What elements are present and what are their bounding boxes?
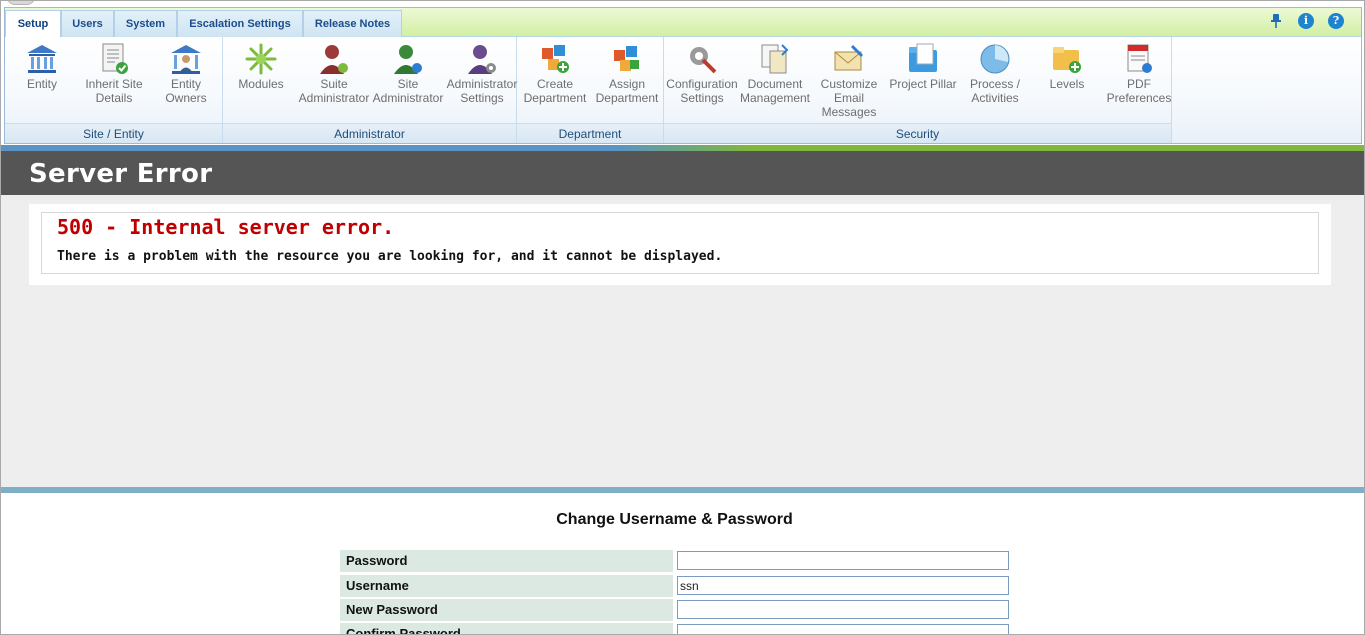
administrator-settings-label: Administrator Settings xyxy=(446,77,518,105)
username-row: Username xyxy=(340,575,1010,597)
folder-blue-icon xyxy=(909,43,937,72)
pin-icon[interactable] xyxy=(1268,13,1284,29)
page-title-bar: Server Error xyxy=(1,151,1364,195)
create-department-label: Create Department xyxy=(523,77,587,105)
user-gear-icon xyxy=(468,45,496,74)
form-divider xyxy=(1,487,1364,493)
assign-department-label: Assign Department xyxy=(595,77,659,105)
email-edit-icon xyxy=(834,44,864,71)
tab-escalation-settings[interactable]: Escalation Settings xyxy=(177,10,303,37)
levels-button[interactable]: Levels xyxy=(1030,39,1104,91)
document-check-icon xyxy=(102,43,128,74)
tab-system[interactable]: System xyxy=(114,10,177,37)
entity-label: Entity xyxy=(26,77,57,91)
levels-label: Levels xyxy=(1049,77,1085,91)
help-icon[interactable]: ? xyxy=(1328,13,1344,29)
app-window: Setup Users System Escalation Settings R… xyxy=(0,0,1365,635)
group-label-administrator: Administrator xyxy=(223,123,516,143)
folder-add-icon xyxy=(1053,47,1081,73)
site-administrator-label: Site Administrator xyxy=(372,77,444,105)
cubes-add-icon xyxy=(542,45,569,73)
group-label-department: Department xyxy=(517,123,663,143)
bank-user-icon xyxy=(171,45,201,74)
suite-administrator-label: Suite Administrator xyxy=(298,77,370,105)
modules-icon xyxy=(245,43,277,75)
project-pillar-button[interactable]: Project Pillar xyxy=(886,39,960,91)
password-row: Password xyxy=(340,550,1010,572)
group-label-site-entity: Site / Entity xyxy=(5,123,222,143)
username-field[interactable] xyxy=(677,576,1009,595)
document-management-label: Document Management xyxy=(739,77,811,105)
error-message: There is a problem with the resource you… xyxy=(57,249,723,264)
assign-department-button[interactable]: Assign Department xyxy=(590,39,664,105)
group-security: Configuration Settings Document Manageme… xyxy=(664,37,1172,143)
ribbon-body: Entity Inherit Site Details Entity Owner… xyxy=(5,37,1361,143)
group-department: Create Department Assign Department Depa… xyxy=(517,37,664,143)
entity-owners-label: Entity Owners xyxy=(165,77,207,105)
new-password-row: New Password xyxy=(340,599,1010,621)
tab-release-notes[interactable]: Release Notes xyxy=(303,10,402,37)
user-green-icon xyxy=(394,45,422,74)
group-label-security: Security xyxy=(664,123,1171,143)
tools-icon xyxy=(690,47,717,74)
user-red-icon xyxy=(320,45,348,74)
cubes-assign-icon xyxy=(614,46,639,71)
entity-button[interactable]: Entity xyxy=(5,39,79,91)
group-administrator: Modules Suite Administrator Site Adminis… xyxy=(223,37,517,143)
process-activities-label: Process / Activities xyxy=(969,77,1020,105)
change-credentials-title: Change Username & Password xyxy=(556,511,793,528)
project-pillar-label: Project Pillar xyxy=(889,77,957,91)
modules-label: Modules xyxy=(238,77,284,91)
pie-icon xyxy=(980,44,1010,74)
configuration-settings-label: Configuration Settings xyxy=(666,77,738,105)
bank-icon xyxy=(27,45,57,73)
tab-users[interactable]: Users xyxy=(61,10,114,37)
site-administrator-button[interactable]: Site Administrator xyxy=(371,39,445,105)
configuration-settings-button[interactable]: Configuration Settings xyxy=(665,39,739,105)
modules-button[interactable]: Modules xyxy=(224,39,298,91)
documents-icon xyxy=(761,44,789,74)
process-activities-button[interactable]: Process / Activities xyxy=(958,39,1032,105)
password-label: Password xyxy=(340,550,673,572)
group-site-entity: Entity Inherit Site Details Entity Owner… xyxy=(5,37,223,143)
error-box: 500 - Internal server error. There is a … xyxy=(41,212,1319,274)
pdf-preferences-button[interactable]: PDF Preferences xyxy=(1102,39,1176,105)
inherit-site-details-button[interactable]: Inherit Site Details xyxy=(77,39,151,105)
new-password-field[interactable] xyxy=(677,600,1009,619)
inherit-site-details-label: Inherit Site Details xyxy=(85,77,143,105)
page-title: Server Error xyxy=(29,159,213,189)
password-field[interactable] xyxy=(677,551,1009,570)
confirm-password-row: Confirm Password xyxy=(340,623,1010,634)
ribbon: Setup Users System Escalation Settings R… xyxy=(4,7,1362,144)
customize-email-messages-label: Customize Email Messages xyxy=(820,77,878,119)
info-icon[interactable]: i xyxy=(1298,13,1314,29)
confirm-password-label: Confirm Password xyxy=(340,623,673,634)
suite-administrator-button[interactable]: Suite Administrator xyxy=(297,39,371,105)
ribbon-tab-bar: Setup Users System Escalation Settings R… xyxy=(5,8,1361,38)
customize-email-messages-button[interactable]: Customize Email Messages xyxy=(812,39,886,119)
document-management-button[interactable]: Document Management xyxy=(738,39,812,105)
window-top-strip xyxy=(1,1,1364,6)
pdf-preferences-label: PDF Preferences xyxy=(1106,77,1172,105)
error-title: 500 - Internal server error. xyxy=(57,215,395,239)
create-department-button[interactable]: Create Department xyxy=(518,39,592,105)
window-handle xyxy=(7,1,35,5)
username-label: Username xyxy=(340,575,673,597)
pdf-icon xyxy=(1127,44,1152,73)
administrator-settings-button[interactable]: Administrator Settings xyxy=(445,39,519,105)
confirm-password-field[interactable] xyxy=(677,624,1009,634)
tab-setup[interactable]: Setup xyxy=(5,10,61,38)
new-password-label: New Password xyxy=(340,599,673,621)
entity-owners-button[interactable]: Entity Owners xyxy=(149,39,223,105)
